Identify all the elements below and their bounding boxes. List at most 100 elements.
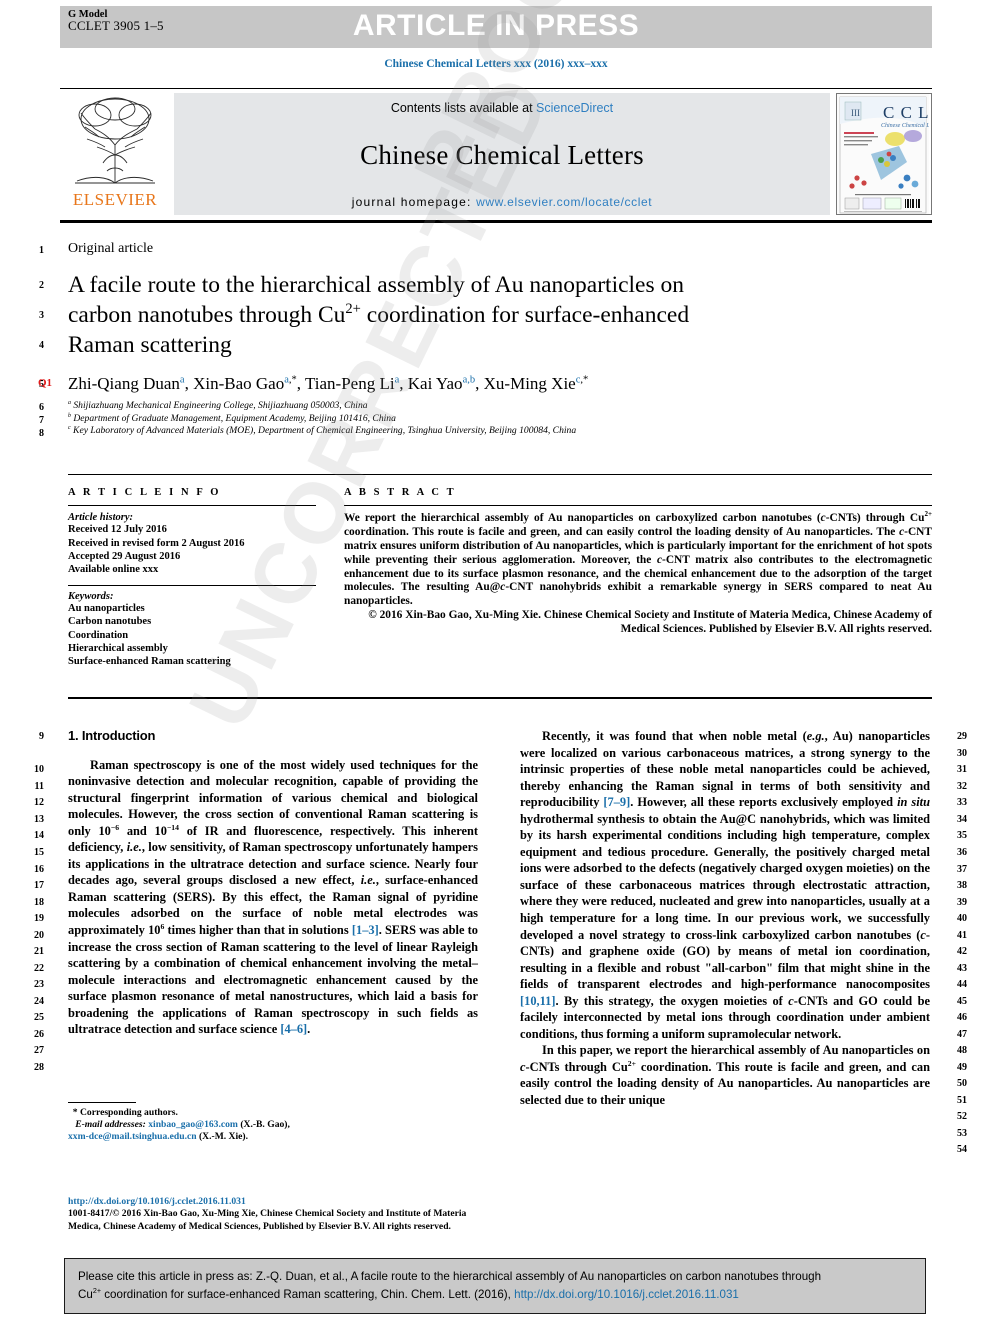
title-line-2a: carbon nanotubes through Cu: [68, 302, 346, 328]
author-affil-marker[interactable]: a,b: [463, 374, 476, 386]
keyword-item: Carbon nanotubes: [68, 616, 152, 628]
homepage-url-link[interactable]: www.elsevier.com/locate/cclet: [476, 195, 652, 209]
author-name: Zhi-Qiang Duan: [68, 374, 180, 393]
footnote-rule: [68, 1102, 136, 1103]
keyword-item: Coordination: [68, 629, 129, 641]
citation-link[interactable]: [1–3]: [352, 923, 379, 937]
line-number: 7: [39, 415, 44, 426]
abstract-column: A B S T R A C T We report the hierarchic…: [344, 487, 932, 637]
line-number: 50: [957, 1078, 967, 1089]
query-marker-q1[interactable]: Q1: [38, 377, 52, 389]
article-history-heading: Article history:: [68, 512, 134, 524]
affiliation-marker: b: [68, 412, 71, 419]
paragraph-text: . By this strategy, the oxygen moieties …: [555, 993, 789, 1008]
line-number: 33: [957, 797, 967, 808]
line-number: 21: [34, 946, 44, 957]
paragraph-em: i.e.: [126, 840, 142, 855]
author-name: Xu-Ming Xie: [483, 374, 576, 393]
exponent-superscript: −6: [110, 822, 120, 832]
email-label: E-mail addresses:: [75, 1119, 146, 1131]
line-number: 30: [957, 748, 967, 759]
line-number: 35: [957, 830, 967, 841]
history-item: Received in revised form 2 August 2016: [68, 537, 245, 549]
email-link-xie[interactable]: xxm-dce@mail.tsinghua.edu.cn: [68, 1131, 197, 1142]
line-number: 27: [34, 1045, 44, 1056]
paragraph-intro-2: Recently, it was found that when noble m…: [520, 728, 930, 1042]
paragraph-text: -CNTs through Cu: [525, 1059, 628, 1074]
article-history-list: Received 12 July 2016 Received in revise…: [68, 523, 316, 576]
corresponding-authors-text: Corresponding authors.: [80, 1107, 178, 1118]
email-owner-gao: (X.-B. Gao),: [237, 1119, 290, 1131]
citation-link[interactable]: [4–6]: [280, 1022, 307, 1036]
sciencedirect-link[interactable]: ScienceDirect: [536, 101, 613, 115]
line-number: 53: [957, 1128, 967, 1139]
cite-charge-superscript: 2+: [92, 1286, 102, 1296]
masthead-bottom-rule: [60, 220, 932, 223]
line-number: 49: [957, 1062, 967, 1073]
line-number: 48: [957, 1045, 967, 1056]
line-number: 43: [957, 963, 967, 974]
line-number: 23: [34, 979, 44, 990]
line-number: 12: [34, 797, 44, 808]
affiliation-item: b Department of Graduate Management, Equ…: [68, 412, 898, 426]
paragraph-text: Recently, it was found that when noble m…: [542, 729, 807, 743]
line-number: 45: [957, 996, 967, 1007]
author-name: Tian-Peng Li: [305, 374, 395, 393]
title-line-1: A facile route to the hierarchical assem…: [68, 272, 685, 298]
author-list: Zhi-Qiang Duana, Xin-Bao Gaoa,*, Tian-Pe…: [68, 374, 589, 393]
line-number: 47: [957, 1029, 967, 1040]
elsevier-tree-icon: [75, 97, 155, 184]
paragraph-em: in situ: [897, 795, 930, 810]
affiliation-marker: a: [68, 399, 71, 406]
title-line-3: Raman scattering: [68, 332, 232, 358]
abstract-text: We report the hierarchical assembly of A…: [344, 512, 821, 525]
affiliation-marker: c: [68, 425, 71, 431]
body-left-column: 1. Introduction Raman spectroscopy is on…: [68, 728, 478, 1038]
email-link-gao[interactable]: xinbao_gao@163.com: [148, 1119, 238, 1130]
page-title: A facile route to the hierarchical assem…: [68, 270, 768, 360]
exponent-superscript: −14: [166, 822, 179, 832]
journal-cover-art: III C C L Chinese Chemical Letters: [837, 94, 931, 214]
issn-copyright-text: 1001-8417/© 2016 Xin-Bao Gao, Xu-Ming Xi…: [68, 1208, 467, 1232]
elsevier-wordmark: ELSEVIER: [72, 190, 158, 209]
masthead-center: Contents lists available at ScienceDirec…: [174, 93, 830, 215]
paragraph-text: hydrothermal synthesis to obtain the Au@…: [520, 811, 930, 942]
affiliation-item: c Key Laboratory of Advanced Materials (…: [68, 425, 898, 438]
paragraph-text: . However, all these reports exclusively…: [630, 795, 898, 810]
line-number: 28: [34, 1062, 44, 1073]
email-owner-xie: (X.-M. Xie).: [196, 1131, 249, 1143]
keyword-item: Au nanoparticles: [68, 603, 145, 615]
corresponding-author-marker[interactable]: ,*: [580, 374, 588, 386]
line-number: 9: [39, 731, 44, 742]
citation-link[interactable]: [7–9]: [603, 795, 630, 809]
author-name: Kai Yao: [407, 374, 463, 393]
author-affil-marker[interactable]: a: [180, 374, 185, 386]
cite-doi-link[interactable]: http://dx.doi.org/10.1016/j.cclet.2016.1…: [514, 1288, 739, 1301]
abstract-copyright: © 2016 Xin-Bao Gao, Xu-Ming Xie. Chinese…: [368, 608, 932, 635]
article-info-column: A R T I C L E I N F O Article history: R…: [68, 487, 316, 668]
keyword-item: Surface-enhanced Raman scattering: [68, 656, 231, 668]
corresponding-authors-note: * Corresponding authors.: [68, 1107, 478, 1119]
keyword-item: Hierarchical assembly: [68, 642, 168, 654]
corresponding-author-marker[interactable]: ,*: [289, 374, 297, 386]
paragraph-intro-3: In this paper, we report the hierarchica…: [520, 1042, 930, 1108]
abstract-heading: A B S T R A C T: [344, 487, 457, 498]
citation-link[interactable]: [10,11]: [520, 994, 555, 1008]
contents-list-line: Contents lists available at ScienceDirec…: [174, 101, 830, 115]
svg-text:C C L: C C L: [883, 103, 929, 122]
line-number: 15: [34, 847, 44, 858]
abstract-bottom-rule: [68, 697, 932, 699]
line-number: 14: [34, 830, 44, 841]
homepage-prefix: journal homepage:: [351, 195, 477, 209]
elsevier-logo: ELSEVIER: [60, 93, 174, 215]
abstract-divider: [344, 505, 932, 507]
line-number: 44: [957, 979, 967, 990]
doi-link[interactable]: http://dx.doi.org/10.1016/j.cclet.2016.1…: [68, 1196, 488, 1208]
line-number: 32: [957, 781, 967, 792]
line-number: 36: [957, 847, 967, 858]
author-affil-marker[interactable]: a: [395, 374, 400, 386]
line-number: 19: [34, 913, 44, 924]
line-number: 1: [39, 245, 44, 256]
history-item: Accepted 29 August 2016: [68, 550, 181, 562]
line-number: 11: [34, 781, 44, 792]
